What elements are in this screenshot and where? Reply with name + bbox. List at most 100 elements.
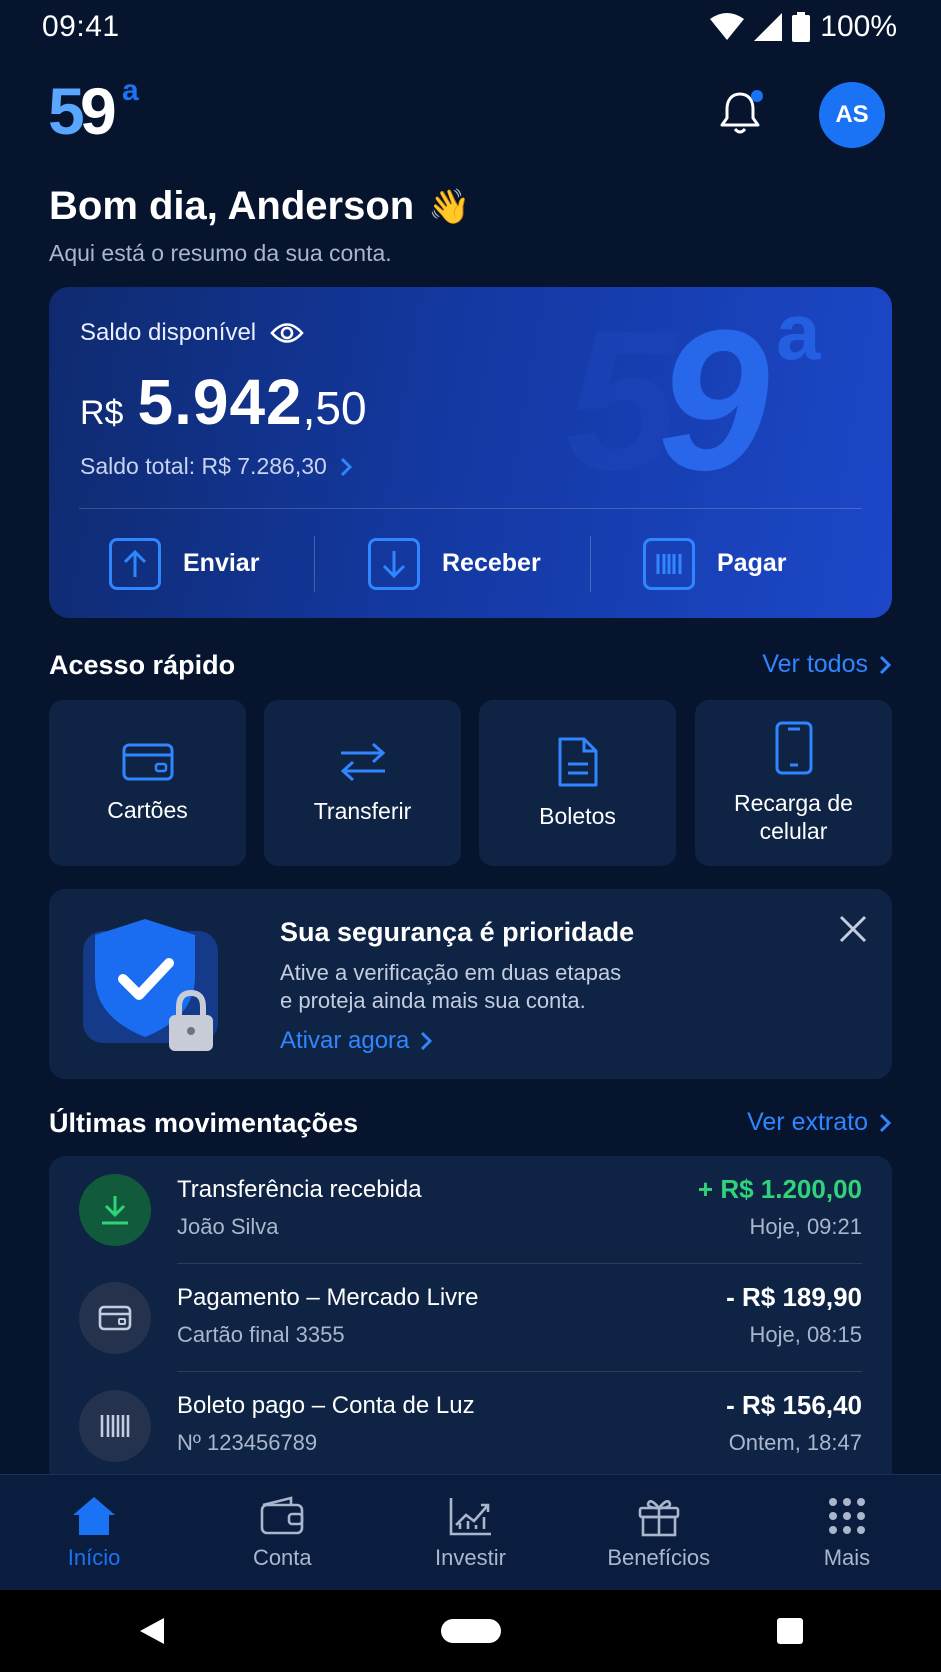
security-banner: Sua segurança é prioridade Ative a verif… (49, 889, 892, 1079)
transaction-amount: - R$ 189,90 (726, 1282, 862, 1312)
wave-icon: 👋 (428, 187, 471, 226)
status-time: 09:41 (42, 10, 120, 43)
card-icon (122, 743, 173, 781)
quick-transfer-button[interactable]: Transferir (264, 700, 461, 866)
nav-account[interactable]: Conta (188, 1475, 376, 1591)
home-icon (73, 1497, 116, 1535)
quick-phone-recharge-button[interactable]: Recarga de celular (695, 700, 892, 866)
security-text: Ative a verificação em duas etapas e pro… (280, 959, 700, 1015)
transaction-row[interactable]: Boleto pago – Conta de Luz Nº 123456789 … (79, 1372, 862, 1476)
svg-text:5: 5 (48, 74, 83, 148)
chevron-right-icon (879, 1113, 892, 1132)
eye-icon[interactable] (270, 322, 304, 344)
balance-label: Saldo disponível (80, 319, 304, 347)
document-icon (558, 737, 597, 787)
balance-integer: 5.942 (137, 366, 303, 438)
arrow-up-icon (109, 537, 161, 590)
balance-currency: R$ (80, 394, 124, 432)
quick-access-title: Acesso rápido (49, 650, 236, 680)
notifications-button[interactable] (716, 88, 764, 138)
status-icons: 100% (710, 10, 897, 44)
pay-label: Pagar (717, 549, 787, 577)
transaction-amount: - R$ 156,40 (726, 1390, 862, 1420)
transactions-title: Últimas movimentações (49, 1108, 359, 1138)
greeting-subtitle: Aqui está o resumo da sua conta. (49, 240, 392, 266)
battery-level: 100% (820, 10, 897, 43)
activate-now-link[interactable]: Ativar agora (280, 1027, 433, 1055)
transaction-time: Ontem, 18:47 (728, 1430, 862, 1455)
receive-button[interactable]: Receber (368, 537, 590, 590)
balance-label-text: Saldo disponível (80, 319, 257, 346)
logo-watermark: 5 9 a (566, 299, 821, 489)
bell-icon (720, 90, 763, 134)
back-icon[interactable] (138, 1616, 166, 1646)
gift-icon (638, 1500, 680, 1537)
pay-button[interactable]: Pagar (643, 537, 787, 590)
avatar[interactable]: AS (819, 82, 885, 148)
nav-invest[interactable]: Investir (376, 1475, 564, 1591)
svg-text:a: a (776, 299, 821, 376)
bottom-navigation: Início Conta Investir Benefícios Mais (0, 1474, 941, 1591)
view-statement-link[interactable]: Ver extrato (747, 1108, 892, 1137)
quick-bills-button[interactable]: Boletos (479, 700, 676, 866)
transaction-time: Hoje, 08:15 (749, 1322, 862, 1347)
chevron-right-icon (879, 655, 892, 674)
transaction-row[interactable]: Pagamento – Mercado Livre Cartão final 3… (79, 1264, 862, 1372)
view-all-label: Ver todos (762, 650, 868, 678)
quick-bills-label: Boletos (539, 803, 616, 829)
balance-decimal: ,50 (302, 382, 367, 434)
balance-total-link[interactable]: Saldo total: R$ 7.286,30 (80, 453, 353, 480)
nav-account-label: Conta (252, 1545, 312, 1570)
balance-amount: R$ 5.942 ,50 (80, 365, 367, 439)
transaction-title: Pagamento – Mercado Livre (177, 1284, 479, 1311)
quick-cards-button[interactable]: Cartões (49, 700, 246, 866)
barcode-icon (79, 1390, 151, 1462)
battery-icon (792, 12, 811, 42)
view-all-link[interactable]: Ver todos (762, 650, 892, 679)
arrow-down-icon (368, 537, 420, 590)
balance-actions: Enviar Receber Pagar (49, 509, 892, 618)
signal-icon (754, 13, 783, 41)
close-icon[interactable] (835, 911, 871, 947)
view-statement-label: Ver extrato (747, 1108, 868, 1136)
grid-icon (828, 1498, 865, 1534)
quick-transfer-label: Transferir (313, 798, 412, 824)
quick-cards-label: Cartões (107, 797, 188, 823)
svg-text:a: a (122, 74, 139, 107)
nav-more-label: Mais (823, 1545, 871, 1570)
transfer-icon (340, 742, 385, 782)
transaction-subtitle: Nº 123456789 (177, 1430, 318, 1455)
transaction-title: Boleto pago – Conta de Luz (177, 1392, 475, 1419)
transaction-row[interactable]: Transferência recebida João Silva + R$ 1… (79, 1156, 862, 1264)
balance-total-text: Saldo total: R$ 7.286,30 (80, 453, 327, 479)
nav-benefits[interactable]: Benefícios (565, 1475, 753, 1591)
nav-invest-label: Investir (435, 1545, 506, 1570)
svg-text:9: 9 (80, 74, 117, 148)
nav-more[interactable]: Mais (753, 1475, 941, 1591)
greeting-title: Bom dia, Anderson 👋 (49, 184, 471, 229)
balance-card: 5 9 a Saldo disponível R$ 5.942 ,50 Sald… (49, 287, 892, 618)
phone-icon (775, 721, 812, 775)
nav-home[interactable]: Início (0, 1475, 188, 1591)
security-text-line-1: Ative a verificação em duas etapas (280, 960, 622, 985)
svg-text:9: 9 (658, 299, 769, 489)
activate-now-label: Ativar agora (280, 1027, 410, 1054)
send-button[interactable]: Enviar (109, 537, 314, 590)
chevron-right-icon (421, 1031, 433, 1051)
receive-label: Receber (442, 549, 541, 577)
transaction-subtitle: João Silva (177, 1214, 279, 1239)
transactions-list: Transferência recebida João Silva + R$ 1… (49, 1156, 892, 1476)
home-pill-button[interactable] (441, 1619, 502, 1643)
download-icon (79, 1174, 151, 1246)
greeting-text: Bom dia, Anderson (49, 184, 415, 228)
transaction-title: Transferência recebida (177, 1176, 422, 1203)
action-separator (590, 535, 591, 592)
card-icon (79, 1282, 151, 1354)
wifi-icon (710, 13, 745, 40)
chart-icon (449, 1498, 491, 1536)
transaction-subtitle: Cartão final 3355 (177, 1322, 345, 1347)
security-title: Sua segurança é prioridade (280, 917, 635, 947)
brand-logo: 5 9 a (48, 74, 139, 148)
recents-button[interactable] (777, 1618, 804, 1644)
send-label: Enviar (183, 549, 260, 577)
